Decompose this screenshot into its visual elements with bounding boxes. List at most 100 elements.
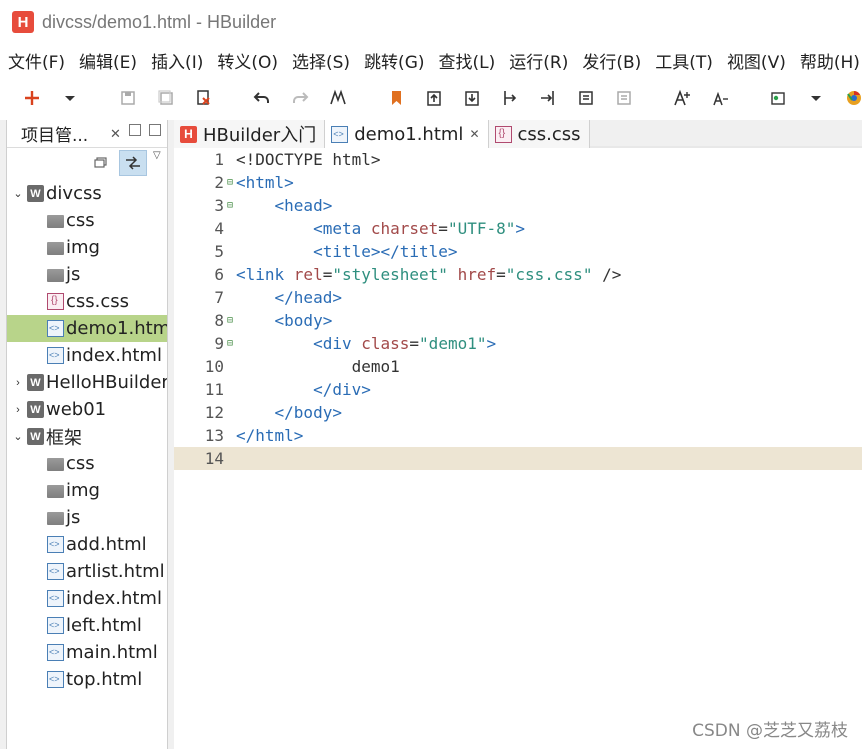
code-text: <body> xyxy=(236,311,333,330)
code-line[interactable]: 9 ⊟ <div class="demo1"> xyxy=(174,332,862,355)
panel-title[interactable]: 项目管... xyxy=(21,121,88,146)
fold-toggle-icon xyxy=(224,424,236,447)
project-manager-panel: 项目管... ✕ ▽ ⌄Wdivcsscssimgjscss.cssdemo1.… xyxy=(6,120,168,749)
format-icon[interactable] xyxy=(326,86,350,110)
browser-icon[interactable] xyxy=(842,86,862,110)
project-icon: W xyxy=(27,185,44,202)
menu-item[interactable]: 跳转(G) xyxy=(364,48,424,73)
code-line[interactable]: 2 ⊟ <html> xyxy=(174,171,862,194)
tree-item[interactable]: add.html xyxy=(7,531,167,558)
undo-icon[interactable] xyxy=(250,86,274,110)
minimize-icon[interactable] xyxy=(129,124,141,136)
comment-icon[interactable] xyxy=(574,86,598,110)
tree-item[interactable]: main.html xyxy=(7,639,167,666)
menu-item[interactable]: 转义(O) xyxy=(217,48,278,73)
tree-item[interactable]: demo1.html xyxy=(7,315,167,342)
menu-item[interactable]: 查找(L) xyxy=(439,48,496,73)
code-line[interactable]: 10 demo1 xyxy=(174,355,862,378)
dropdown-icon[interactable] xyxy=(58,86,82,110)
collapse-arrow-icon[interactable]: › xyxy=(11,404,25,416)
tree-item[interactable]: js xyxy=(7,261,167,288)
tree-item[interactable]: img xyxy=(7,477,167,504)
tree-item[interactable]: css.css xyxy=(7,288,167,315)
save-icon[interactable] xyxy=(116,86,140,110)
code-token: demo1 xyxy=(351,357,400,376)
code-line[interactable]: 7 </head> xyxy=(174,286,862,309)
panel-close-icon[interactable]: ✕ xyxy=(110,126,121,142)
redo-icon[interactable] xyxy=(288,86,312,110)
font-decrease-icon[interactable] xyxy=(708,86,732,110)
indent-right-icon[interactable] xyxy=(536,86,560,110)
tree-item[interactable]: css xyxy=(7,450,167,477)
html-file-icon xyxy=(47,320,64,337)
delete-icon[interactable] xyxy=(192,86,216,110)
css-file-icon xyxy=(494,125,512,143)
run-icon[interactable] xyxy=(766,86,790,110)
editor-tab[interactable]: H HBuilder入门 xyxy=(174,120,326,148)
fold-toggle-icon[interactable]: ⊟ xyxy=(224,309,236,332)
font-increase-icon[interactable] xyxy=(670,86,694,110)
code-line[interactable]: 5 <title></title> xyxy=(174,240,862,263)
code-line[interactable]: 4 <meta charset="UTF-8"> xyxy=(174,217,862,240)
link-with-editor-icon[interactable] xyxy=(119,150,147,176)
tree-item[interactable]: js xyxy=(7,504,167,531)
collapse-all-icon[interactable] xyxy=(93,154,109,170)
tree-item[interactable]: ⌄ W 框架 xyxy=(7,423,167,450)
code-line[interactable]: 13 </html> xyxy=(174,424,862,447)
fold-toggle-icon[interactable]: ⊟ xyxy=(224,332,236,355)
fold-toggle-icon xyxy=(224,447,236,470)
maximize-icon[interactable] xyxy=(149,124,161,136)
bookmark-icon[interactable] xyxy=(384,86,408,110)
indent-left-icon[interactable] xyxy=(498,86,522,110)
tree-item-label: HelloHBuilder xyxy=(46,372,167,393)
code-line[interactable]: 6 <link rel="stylesheet" href="css.css" /… xyxy=(174,263,862,286)
fold-toggle-icon[interactable]: ⊟ xyxy=(224,171,236,194)
code-line[interactable]: 3 ⊟ <head> xyxy=(174,194,862,217)
code-line[interactable]: 1 <!DOCTYPE html> xyxy=(174,148,862,171)
jump-down-icon[interactable] xyxy=(460,86,484,110)
collapse-arrow-icon[interactable]: › xyxy=(11,377,25,389)
tree-item[interactable]: index.html xyxy=(7,342,167,369)
tree-item[interactable]: ⌄ Wdivcss xyxy=(7,180,167,207)
menu-item[interactable]: 发行(B) xyxy=(582,48,641,73)
tree-item[interactable]: index.html xyxy=(7,585,167,612)
menu-item[interactable]: 工具(T) xyxy=(655,48,713,73)
menu-item[interactable]: 插入(I) xyxy=(151,48,203,73)
menu-item[interactable]: 文件(F) xyxy=(8,48,65,73)
html-file-icon xyxy=(47,536,64,553)
menu-item[interactable]: 编辑(E) xyxy=(79,48,137,73)
uncomment-icon[interactable] xyxy=(612,86,636,110)
tree-item[interactable]: top.html xyxy=(7,666,167,693)
tree-item[interactable]: img xyxy=(7,234,167,261)
view-menu-icon[interactable]: ▽ xyxy=(153,150,161,161)
menu-item[interactable]: 运行(R) xyxy=(509,48,568,73)
run-dropdown-icon[interactable] xyxy=(804,86,828,110)
tree-item[interactable]: left.html xyxy=(7,612,167,639)
editor-tab[interactable]: demo1.html ✕ xyxy=(325,120,489,148)
code-editor[interactable]: 1 <!DOCTYPE html> 2 ⊟ <html> 3 ⊟ <head> 4 <meta… xyxy=(174,148,862,470)
expand-arrow-icon[interactable]: ⌄ xyxy=(11,187,25,200)
menu-item[interactable]: 帮助(H) xyxy=(800,48,860,73)
folder-icon xyxy=(47,215,64,228)
fold-toggle-icon[interactable]: ⊟ xyxy=(224,194,236,217)
expand-arrow-icon[interactable]: ⌄ xyxy=(11,430,25,443)
code-line[interactable]: 12 </body> xyxy=(174,401,862,424)
save-all-icon[interactable] xyxy=(154,86,178,110)
code-line[interactable]: 11 </div> xyxy=(174,378,862,401)
tab-close-icon[interactable]: ✕ xyxy=(469,127,479,141)
tree-item[interactable]: › Wweb01 xyxy=(7,396,167,423)
new-icon[interactable] xyxy=(20,86,44,110)
code-line[interactable]: 14 xyxy=(174,447,862,470)
menu-item[interactable]: 视图(V) xyxy=(727,48,786,73)
code-line[interactable]: 8 ⊟ <body> xyxy=(174,309,862,332)
jump-up-icon[interactable] xyxy=(422,86,446,110)
panel-toolbar: ▽ xyxy=(7,148,167,178)
tree-item[interactable]: artlist.html xyxy=(7,558,167,585)
tree-item[interactable]: › W HelloHBuilder xyxy=(7,369,167,396)
fold-toggle-icon xyxy=(224,355,236,378)
menu-item[interactable]: 选择(S) xyxy=(292,48,350,73)
editor-tab[interactable]: css.css xyxy=(488,120,590,148)
tree-item-label: 框架 xyxy=(46,427,82,449)
tree-item[interactable]: css xyxy=(7,207,167,234)
